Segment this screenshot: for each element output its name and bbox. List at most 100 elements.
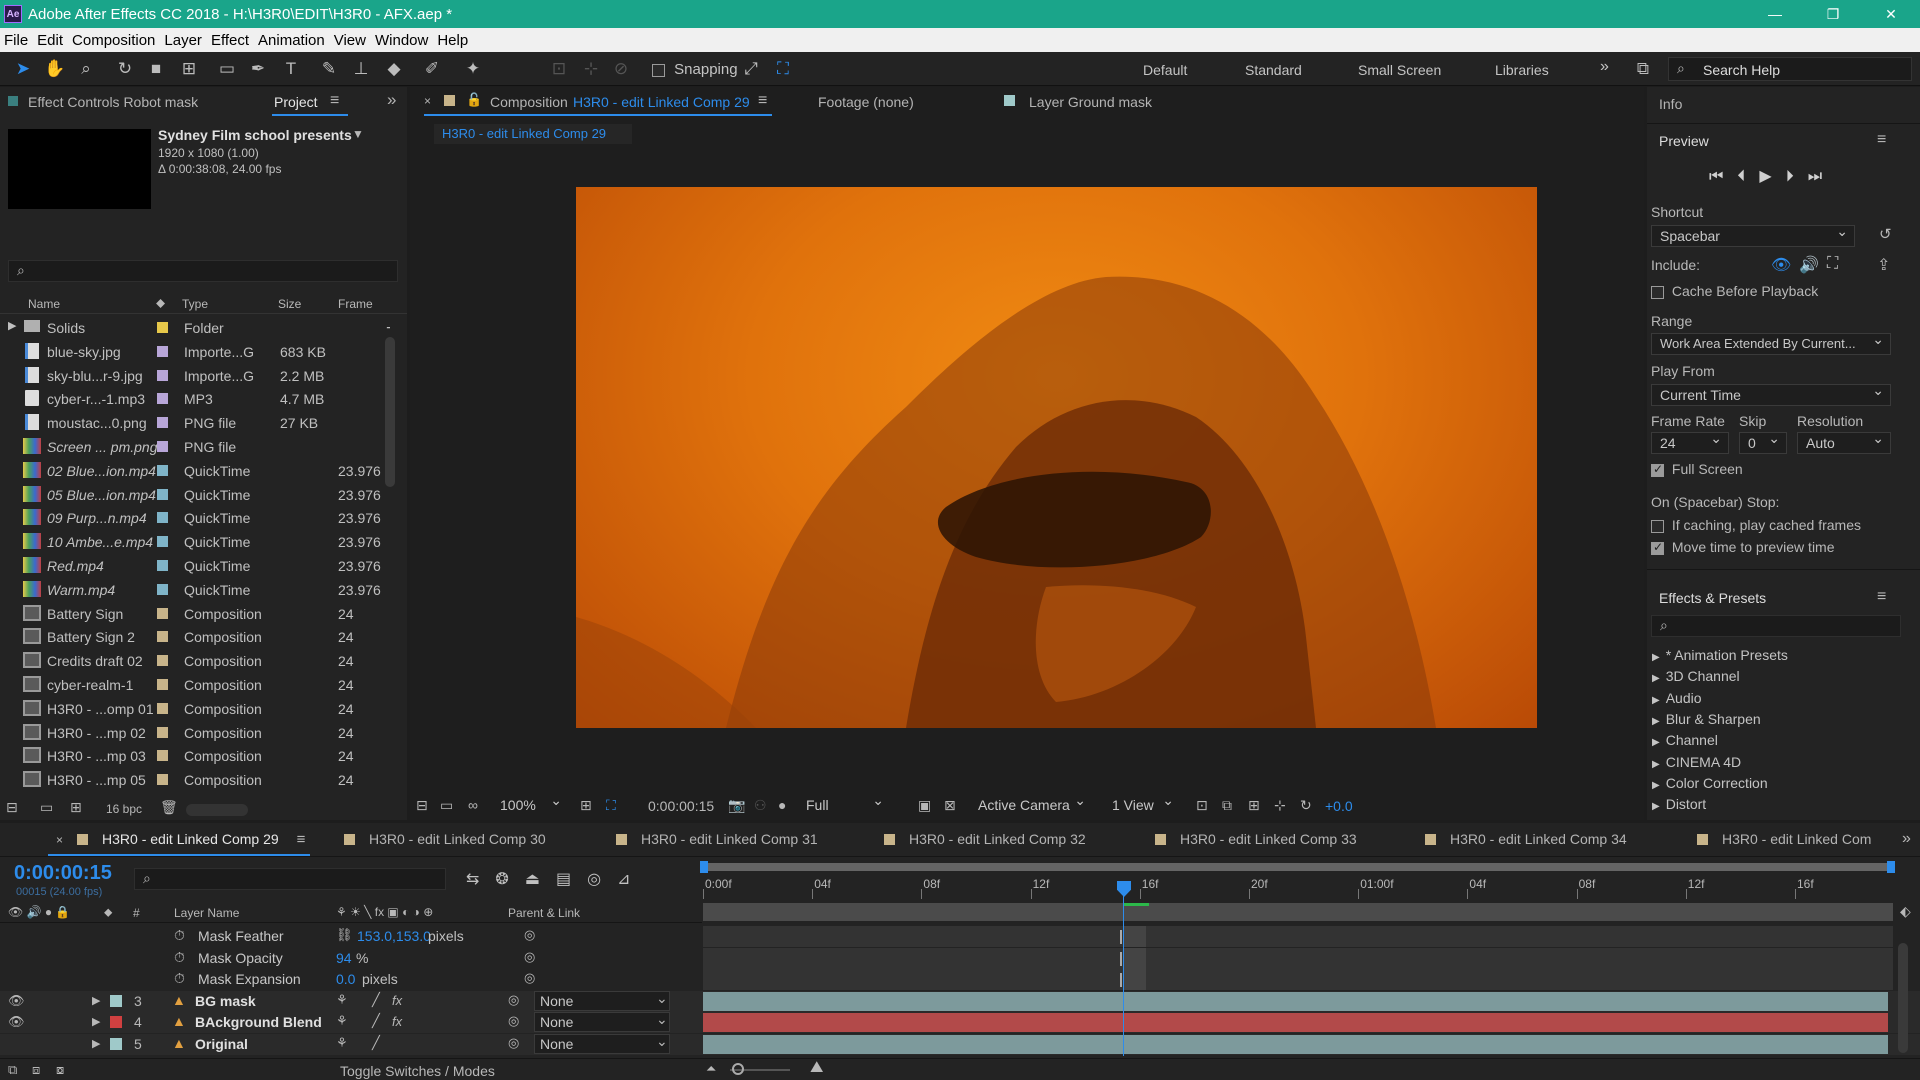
parent-pickwhip-icon[interactable]: ◎ (508, 1035, 519, 1051)
move-time-checkbox[interactable] (1651, 540, 1664, 555)
stopwatch-icon[interactable]: ⏱ (174, 970, 185, 987)
tab-layer[interactable]: Layer Ground mask (1029, 94, 1152, 110)
project-item-row[interactable]: 05 Blue...ion.mp4 QuickTime 23.976 (0, 483, 390, 507)
category-expand-icon[interactable]: ▶ (1652, 652, 1660, 663)
layer-name[interactable]: BG mask (195, 993, 256, 1009)
menu-animation[interactable]: Animation (258, 32, 325, 49)
tab-footage[interactable]: Footage (none) (818, 94, 914, 110)
next-frame-icon[interactable]: ⏵ (1786, 168, 1808, 185)
quality-switch-icon[interactable]: ╱ (372, 1035, 380, 1051)
project-item-label-swatch[interactable] (157, 488, 168, 500)
menu-help[interactable]: Help (437, 32, 468, 49)
timeline-current-time[interactable]: 0:00:00:15 (14, 862, 112, 885)
layer-expand-icon[interactable]: ▶ (92, 994, 100, 1007)
menu-view[interactable]: View (334, 32, 366, 49)
camera-dropdown[interactable]: Active Camera (970, 792, 1092, 817)
effects-panel-menu-icon[interactable]: ≡ (1877, 588, 1886, 606)
folder-expand-icon[interactable]: ▶ (8, 319, 16, 332)
constrain-proportions-icon[interactable]: ⛓ (336, 927, 353, 943)
layer-name-header[interactable]: Layer Name (174, 906, 239, 920)
project-item-row[interactable]: Credits draft 02 Composition 24 (0, 649, 390, 673)
full-screen-checkbox[interactable] (1651, 462, 1664, 477)
zoom-dropdown[interactable]: 100% (492, 792, 568, 817)
layer-label-swatch[interactable] (110, 1016, 122, 1028)
delete-icon[interactable]: 🗑 (160, 799, 178, 816)
clone-stamp-tool-icon[interactable]: ⊥ (350, 58, 372, 80)
always-preview-icon[interactable]: ⊟ (416, 797, 428, 814)
timeline-tab[interactable]: H3R0 - edit Linked Com (1697, 831, 1871, 847)
play-from-dropdown[interactable]: Current Time (1651, 382, 1891, 406)
zoom-out-mountain-icon[interactable]: ⏶ (706, 1061, 716, 1077)
expand-panels-icon[interactable]: » (387, 90, 396, 110)
shy-layers-icon[interactable]: ⏏ (525, 871, 556, 888)
project-item-label-swatch[interactable] (157, 702, 168, 714)
snapping-checkbox[interactable] (652, 63, 665, 77)
interpret-footage-icon[interactable]: ⊟ (6, 799, 18, 816)
comp-breadcrumb[interactable]: H3R0 - edit Linked Comp 29 (434, 124, 632, 144)
tab-composition-prefix[interactable]: Composition (490, 94, 568, 110)
minimize-icon[interactable]: — (1746, 0, 1804, 28)
last-frame-icon[interactable]: ⏭ (1808, 168, 1836, 185)
effects-category-item[interactable]: ▶ Channel (1652, 732, 1718, 748)
expand-layer-switches-icon[interactable]: ⧉ (8, 1062, 17, 1078)
more-workspaces-icon[interactable]: » (1600, 58, 1609, 76)
project-item-label-swatch[interactable] (157, 393, 168, 405)
mask-property-row[interactable]: ⏱ Mask Opacity 94 % ◎ (0, 947, 1920, 969)
project-item-row[interactable]: Battery Sign Composition 24 (0, 602, 390, 626)
pan-behind-tool-icon[interactable]: ⊞ (178, 58, 200, 80)
thumbnail-size-slider[interactable] (186, 804, 248, 816)
layer-duration-bar[interactable] (703, 1034, 1888, 1054)
reset-shortcut-icon[interactable]: ↺ (1879, 225, 1892, 243)
project-item-label-swatch[interactable] (157, 322, 168, 333)
project-item-row[interactable]: Battery Sign 2 Composition 24 (0, 625, 390, 649)
close-window-icon[interactable]: ✕ (1862, 0, 1920, 28)
info-panel-title[interactable]: Info (1659, 96, 1682, 112)
effects-category-item[interactable]: ▶ Distort (1652, 796, 1706, 812)
layer-row[interactable]: ▶ 5 ▲ Original ⚘ ╱ ◎ None ⌄ (0, 1033, 1920, 1055)
layer-row[interactable]: 👁 ▶ 4 ▲ BAckground Blend ⚘ ╱ fx ◎ None ⌄ (0, 1011, 1920, 1033)
effects-category-item[interactable]: ▶ Audio (1652, 690, 1702, 706)
snap-edges-icon[interactable]: ⤢ (740, 58, 762, 80)
flowchart-icon[interactable]: ⊹ (1274, 797, 1286, 814)
column-type[interactable]: Type (182, 297, 208, 311)
search-help-box[interactable]: ⌕ Search Help (1668, 57, 1912, 81)
project-item-label-swatch[interactable] (157, 655, 168, 667)
comp-usage-dropdown-icon[interactable]: ▼ (352, 127, 364, 141)
graph-editor-icon[interactable]: ⊿ (617, 871, 646, 888)
eraser-tool-icon[interactable]: ◆ (383, 58, 405, 80)
workspace-standard[interactable]: Standard (1245, 62, 1302, 78)
project-item-row[interactable]: moustac...0.png PNG file 27 KB (0, 411, 390, 435)
project-item-label-swatch[interactable] (157, 345, 168, 357)
shy-switch-icon[interactable]: ⚘ (336, 1035, 348, 1051)
category-expand-icon[interactable]: ▶ (1652, 759, 1660, 770)
tab-project[interactable]: Project (274, 94, 318, 110)
category-expand-icon[interactable]: ▶ (1652, 716, 1660, 727)
parent-pickwhip-icon[interactable]: ◎ (508, 992, 519, 1008)
mask-property-row[interactable]: ⏱ Mask Feather ⛓ 153.0,153.0 pixels ◎ (0, 926, 1920, 947)
effects-search-input[interactable]: ⌕ (1651, 615, 1901, 637)
project-scrollbar[interactable] (385, 337, 395, 487)
comp-lock-icon[interactable]: 🔓 (466, 92, 482, 108)
project-item-row[interactable]: 10 Ambe...e.mp4 QuickTime 23.976 (0, 530, 390, 554)
effects-presets-title[interactable]: Effects & Presets (1659, 590, 1766, 606)
preview-panel-menu-icon[interactable]: ≡ (1877, 131, 1886, 149)
sync-settings-icon[interactable]: ⧉ (1632, 58, 1654, 80)
expression-pickwhip-icon[interactable]: ◎ (524, 927, 535, 943)
effects-category-item[interactable]: ▶ 3D Channel (1652, 668, 1740, 684)
timeline-icon[interactable]: ⊞ (1248, 797, 1260, 814)
menu-file[interactable]: File (4, 32, 28, 49)
selection-tool-icon[interactable]: ➤ (12, 58, 34, 80)
camera-tool-icon[interactable]: ■ (145, 58, 167, 80)
project-item-row[interactable]: 09 Purp...n.mp4 QuickTime 23.976 (0, 506, 390, 530)
motion-blur-icon[interactable]: ◎ (587, 871, 617, 888)
fast-previews-icon[interactable]: ⧉ (1222, 797, 1232, 814)
workspace-default[interactable]: Default (1143, 62, 1187, 78)
tab-composition-name[interactable]: H3R0 - edit Linked Comp 29 (573, 94, 750, 110)
flowchart-icon[interactable]: ⊹ (386, 319, 390, 336)
range-dropdown[interactable]: Work Area Extended By Current... (1651, 331, 1891, 355)
project-item-label-swatch[interactable] (157, 750, 168, 762)
effects-switch-icon[interactable]: fx (392, 1014, 402, 1029)
effects-category-item[interactable]: ▶ Color Correction (1652, 775, 1768, 791)
monitor-icon[interactable]: ▭ (440, 797, 453, 814)
full-screen-option[interactable]: Full Screen (1651, 461, 1743, 477)
